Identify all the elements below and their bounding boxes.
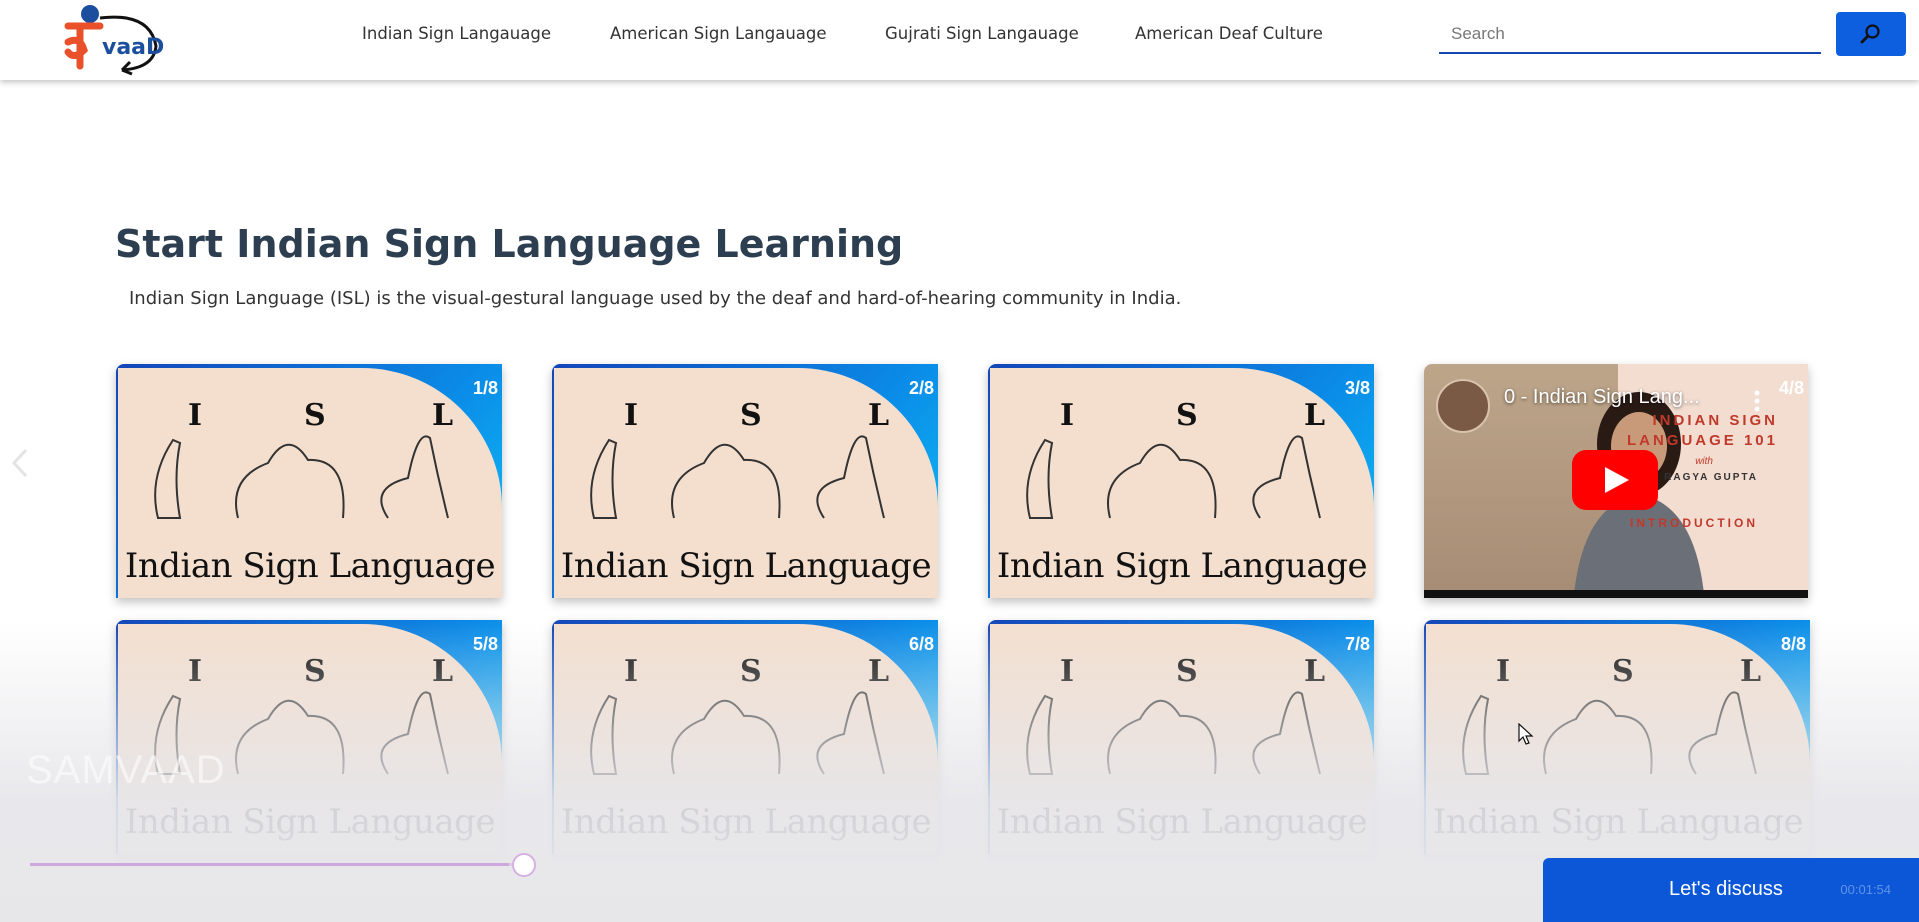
video-overlay-line: INDIAN SIGN bbox=[1652, 412, 1778, 429]
lesson-card[interactable]: I S L Indian Sign Language 7/8 bbox=[988, 620, 1374, 854]
video-overlay-line: INTRODUCTION bbox=[1630, 516, 1758, 530]
progress-slider-track[interactable] bbox=[30, 863, 524, 866]
card-caption: Indian Sign Language bbox=[560, 546, 932, 586]
lesson-card[interactable]: I S L Indian Sign Language 8/8 bbox=[1424, 620, 1810, 854]
lesson-card[interactable]: I S L Indian Sign Language 5/8 bbox=[116, 620, 502, 854]
card-index-badge: 3/8 bbox=[1344, 378, 1370, 398]
search-icon bbox=[1860, 24, 1880, 44]
video-title[interactable]: 0 - Indian Sign Lang... bbox=[1504, 386, 1700, 409]
card-index-badge: 5/8 bbox=[472, 634, 498, 654]
card-caption: Indian Sign Language bbox=[124, 802, 496, 842]
nav-american-sign-language[interactable]: American Sign Langauage bbox=[610, 24, 827, 43]
svg-text:vaaD: vaaD bbox=[102, 35, 164, 60]
lesson-thumbnail: I S L Indian Sign Language bbox=[554, 368, 938, 598]
progress-slider-handle[interactable] bbox=[512, 853, 536, 877]
samvaad-logo[interactable]: vaaD bbox=[40, 2, 165, 76]
nav-indian-sign-language[interactable]: Indian Sign Langauage bbox=[362, 24, 551, 43]
mouse-cursor-icon bbox=[1518, 723, 1534, 745]
search-button[interactable] bbox=[1836, 12, 1906, 56]
lesson-thumbnail: I S L Indian Sign Language bbox=[118, 368, 502, 598]
play-button-icon[interactable] bbox=[1572, 450, 1658, 510]
lesson-card[interactable]: I S L Indian Sign Language 1/8 bbox=[116, 364, 502, 598]
video-card[interactable]: 0 - Indian Sign Lang... INDIAN SIGN LANG… bbox=[1424, 364, 1808, 598]
lesson-thumbnail: I S L Indian Sign Language bbox=[118, 624, 502, 854]
video-overlay-line: LANGUAGE 101 bbox=[1626, 432, 1778, 449]
video-progress-bar bbox=[1424, 590, 1808, 598]
card-index-badge: 6/8 bbox=[908, 634, 934, 654]
card-index-badge: 2/8 bbox=[908, 378, 934, 398]
lesson-thumbnail: I S L Indian Sign Language bbox=[990, 624, 1374, 854]
lesson-thumbnail: I S L Indian Sign Language bbox=[1426, 624, 1810, 854]
nav-american-deaf-culture[interactable]: American Deaf Culture bbox=[1135, 24, 1323, 43]
lesson-thumbnail: I S L Indian Sign Language bbox=[554, 624, 938, 854]
card-caption: Indian Sign Language bbox=[560, 802, 932, 842]
channel-avatar[interactable] bbox=[1436, 379, 1490, 433]
video-overlay-line: RAGYA GUPTA bbox=[1664, 472, 1758, 483]
search-input[interactable] bbox=[1439, 16, 1821, 54]
card-caption: Indian Sign Language bbox=[996, 802, 1368, 842]
session-timer: 00:01:54 bbox=[1840, 882, 1891, 897]
card-index-badge: 7/8 bbox=[1344, 634, 1370, 654]
card-caption: Indian Sign Language bbox=[1432, 802, 1804, 842]
card-caption: Indian Sign Language bbox=[124, 546, 496, 586]
progress-slider-fill bbox=[30, 863, 510, 866]
card-caption: Indian Sign Language bbox=[996, 546, 1368, 586]
carousel-prev-arrow-icon[interactable] bbox=[8, 446, 32, 480]
card-index-badge: 1/8 bbox=[472, 378, 498, 398]
lesson-card[interactable]: I S L Indian Sign Language 2/8 bbox=[552, 364, 938, 598]
brand-watermark: SAMVAAD bbox=[26, 748, 226, 792]
card-index-badge: 4/8 bbox=[1778, 378, 1804, 398]
more-options-icon[interactable] bbox=[1754, 390, 1760, 412]
nav-gujrati-sign-language[interactable]: Gujrati Sign Langauage bbox=[885, 24, 1079, 43]
page-description: Indian Sign Language (ISL) is the visual… bbox=[129, 288, 1182, 309]
lesson-thumbnail: I S L Indian Sign Language bbox=[990, 368, 1374, 598]
lets-discuss-button[interactable]: Let's discuss 00:01:54 bbox=[1543, 858, 1919, 922]
page-title: Start Indian Sign Language Learning bbox=[115, 222, 904, 266]
card-index-badge: 8/8 bbox=[1780, 634, 1806, 654]
video-overlay-line: with bbox=[1695, 456, 1713, 467]
site-header: vaaD Indian Sign Langauage American Sign… bbox=[0, 0, 1919, 80]
lesson-card[interactable]: I S L Indian Sign Language 6/8 bbox=[552, 620, 938, 854]
lesson-card[interactable]: I S L Indian Sign Language 3/8 bbox=[988, 364, 1374, 598]
discuss-label: Let's discuss bbox=[1669, 878, 1783, 900]
